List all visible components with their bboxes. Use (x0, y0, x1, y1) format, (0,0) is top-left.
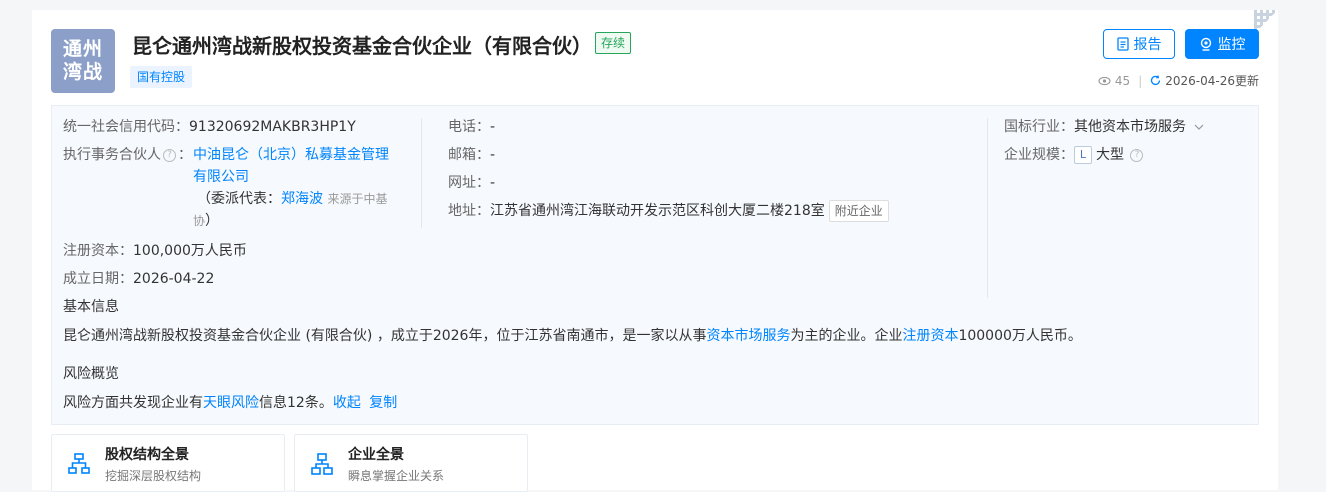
column-divider-2 (987, 118, 988, 298)
email-label: 邮箱： (448, 147, 490, 163)
equity-structure-title: 股权结构全景 (105, 447, 189, 463)
basic-text-part3: 100000万人民币。 (958, 328, 1082, 344)
scale-row: 企业规模： L 大型 ? (1004, 144, 1145, 166)
scale-value: 大型 (1096, 147, 1124, 163)
partner-label: 执行事务合伙人 (63, 147, 161, 163)
help-icon[interactable]: ? (1130, 148, 1144, 162)
capital-row: 注册资本：100,000万人民币 (63, 240, 247, 262)
credit-code-row: 统一社会信用代码：91320692MAKBR3HP1Y (63, 116, 356, 138)
risk-overview-title: 风险概览 (63, 366, 119, 382)
address-row: 地址：江苏省通州湾江海联动开发示范区科创大厦二楼218室 附近企业 (448, 200, 889, 222)
industry-label: 国标行业： (1004, 119, 1074, 135)
document-icon (1116, 37, 1129, 51)
website-label: 网址： (448, 175, 490, 191)
report-button-label: 报告 (1133, 37, 1162, 53)
partner-name-line1[interactable]: 中油昆仑（北京）私募基金管理 (193, 144, 389, 166)
partner-name-line2[interactable]: 有限公司 (193, 166, 249, 188)
founded-row: 成立日期：2026-04-22 (63, 268, 214, 290)
equity-structure-icon (68, 453, 90, 474)
meta-row: 45 | 2026-04-26更新 (1098, 72, 1259, 89)
monitor-button-label: 监控 (1217, 37, 1246, 53)
enterprise-panorama-title: 企业全景 (348, 447, 404, 463)
basic-text-part2: 为主的企业。企业 (790, 328, 903, 344)
company-logo: 通州湾战 (51, 29, 115, 93)
info-panel: 统一社会信用代码：91320692MAKBR3HP1Y 执行事务合伙人?： 中油… (51, 105, 1259, 425)
delegate-source-cont: 协 (193, 214, 206, 228)
risk-text-part2: 信息12条。 (259, 395, 333, 411)
company-logo-text: 通州湾战 (62, 38, 103, 83)
delegate-row-2: 协） (193, 210, 219, 232)
delegate-suffix: ） (205, 213, 220, 229)
basic-info-title: 基本信息 (63, 299, 119, 315)
report-button[interactable]: 报告 (1103, 29, 1175, 59)
nearby-companies-button[interactable]: 附近企业 (828, 200, 889, 222)
basic-text-part1: 昆仑通州湾战新股权投资基金合伙企业 (有限合伙) ，成立于2026年，位于江苏省… (63, 328, 707, 344)
registered-capital-link[interactable]: 注册资本 (902, 328, 958, 344)
chevron-down-icon[interactable] (1194, 124, 1204, 130)
risk-text-part1: 风险方面共发现企业有 (63, 395, 203, 411)
industry-row: 国标行业：其他资本市场服务 (1004, 116, 1204, 138)
delegate-source: 来源于中基 (327, 192, 388, 206)
collapse-link[interactable]: 收起 (333, 395, 361, 411)
meta-divider: | (1138, 73, 1143, 88)
scale-badge: L (1074, 146, 1092, 164)
delegate-row: （委派代表：郑海波 来源于中基 (197, 188, 387, 210)
enterprise-panorama-card[interactable]: 企业全景 瞬息掌握企业关系 (294, 434, 528, 492)
phone-label: 电话： (448, 119, 490, 135)
capital-value: 100,000万人民币 (133, 243, 247, 259)
monitor-button[interactable]: 监控 (1185, 29, 1259, 59)
phone-value: - (490, 119, 496, 135)
enterprise-panorama-subtitle: 瞬息掌握企业关系 (348, 469, 445, 483)
update-date: 2026-04-26更新 (1165, 74, 1259, 88)
delegate-name[interactable]: 郑海波 (281, 191, 323, 207)
enterprise-panorama-icon (311, 453, 333, 475)
basic-info-text: 昆仑通州湾战新股权投资基金合伙企业 (有限合伙) ，成立于2026年，位于江苏省… (63, 325, 1082, 347)
column-divider (421, 118, 422, 228)
website-value: - (490, 175, 496, 191)
help-icon[interactable]: ? (163, 148, 176, 162)
partner-colon: ： (178, 147, 192, 163)
credit-code-label: 统一社会信用代码： (63, 119, 189, 135)
risk-overview-text: 风险方面共发现企业有天眼风险信息12条。收起 复制 (63, 392, 397, 414)
email-row: 邮箱：- (448, 144, 495, 166)
monitor-icon (1200, 37, 1211, 51)
scale-label: 企业规模： (1004, 147, 1074, 163)
equity-structure-subtitle: 挖掘深层股权结构 (105, 469, 202, 483)
capital-label: 注册资本： (63, 243, 133, 259)
industry-value: 其他资本市场服务 (1074, 119, 1186, 135)
founded-label: 成立日期： (63, 271, 133, 287)
partner-label-row: 执行事务合伙人?： (63, 144, 192, 166)
phone-row: 电话：- (448, 116, 495, 138)
refresh-icon[interactable] (1150, 75, 1161, 86)
status-badge: 存续 (595, 32, 632, 54)
industry-link[interactable]: 资本市场服务 (706, 328, 790, 344)
website-row: 网址：- (448, 172, 495, 194)
credit-code-value: 91320692MAKBR3HP1Y (189, 119, 356, 135)
equity-structure-card[interactable]: 股权结构全景 挖掘深层股权结构 (51, 434, 285, 492)
copy-link[interactable]: 复制 (369, 395, 397, 411)
eye-icon (1098, 76, 1111, 85)
tianyan-risk-link[interactable]: 天眼风险 (203, 395, 259, 411)
ownership-tag[interactable]: 国有控股 (130, 66, 193, 88)
founded-value: 2026-04-22 (133, 271, 215, 287)
address-label: 地址： (448, 203, 490, 219)
email-value: - (490, 147, 496, 163)
company-header-card: 通州湾战 昆仑通州湾战新股权投资基金合伙企业（有限合伙） 存续 国有控股 报告 … (32, 10, 1278, 492)
company-name: 昆仑通州湾战新股权投资基金合伙企业（有限合伙） (132, 34, 592, 58)
delegate-prefix: （委派代表： (197, 191, 281, 207)
address-value: 江苏省通州湾江海联动开发示范区科创大厦二楼218室 (490, 203, 825, 219)
view-count: 45 (1114, 73, 1131, 88)
